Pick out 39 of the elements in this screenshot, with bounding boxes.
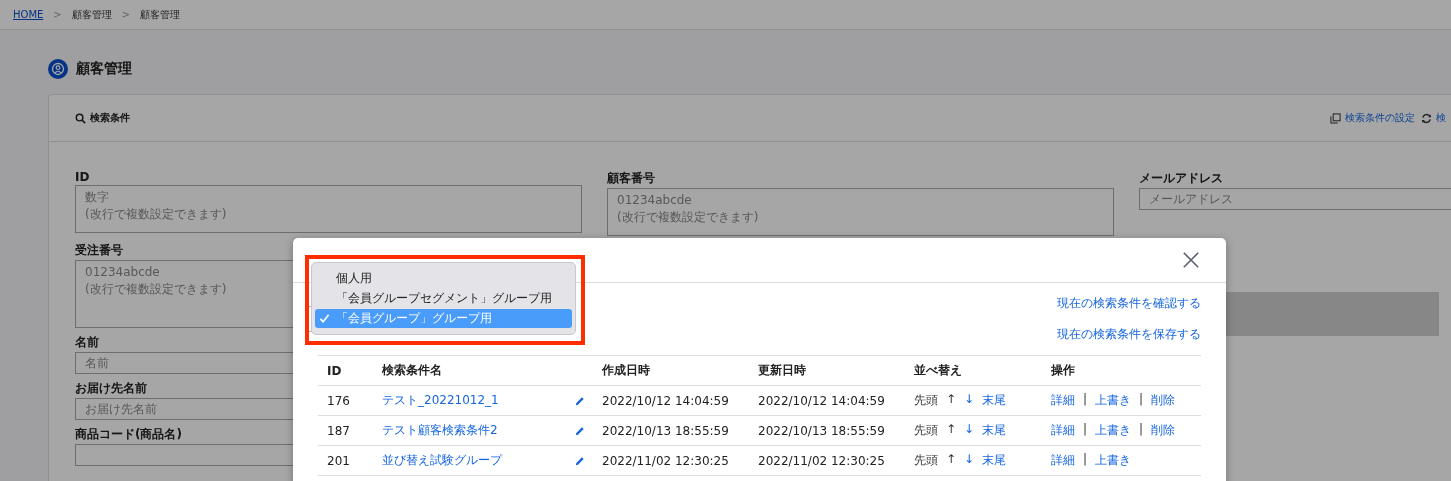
table-cell-text: 2022/11/02 12:30:25 <box>757 453 886 468</box>
action-separator: | <box>1139 422 1144 438</box>
table-cell-text: 2022/10/13 18:55:59 <box>757 423 886 438</box>
field-label: メールアドレス <box>1139 170 1223 187</box>
table-cell-text: 2022/11/02 12:30:25 <box>601 453 730 468</box>
sort-text: 先頭 <box>914 392 938 409</box>
table-cell-text: 176 <box>326 393 351 408</box>
field-label: 顧客番号 <box>607 170 655 187</box>
table-cell-text: 2022/10/12 14:04:59 <box>601 393 730 408</box>
sort-text: 先頭 <box>914 422 938 439</box>
field-label: 商品コード(商品名) <box>75 426 182 443</box>
table-cell-text: 2022/10/13 18:55:59 <box>601 423 730 438</box>
column-header: 作成日時 <box>601 362 651 379</box>
breadcrumb-separator: > <box>53 9 62 20</box>
column-header: 操作 <box>1050 362 1076 379</box>
column-header: 並べ替え <box>913 362 963 379</box>
sort-text: ↑ <box>946 422 957 438</box>
table-cell-text: 187 <box>326 423 351 438</box>
column-header: 更新日時 <box>757 362 807 379</box>
action-separator: | <box>1139 392 1144 408</box>
action-separator: | <box>1083 452 1088 468</box>
sort-text: ↑ <box>946 392 957 408</box>
sort-text: 先頭 <box>914 452 938 469</box>
breadcrumb-item: 顧客管理 <box>140 7 181 22</box>
action-separator: | <box>1083 392 1088 408</box>
panel-title: 検索条件 <box>90 111 130 125</box>
table-cell-text: 2022/10/12 14:04:59 <box>757 393 886 408</box>
field-label: 名前 <box>75 334 99 351</box>
field-label: 受注番号 <box>75 242 123 259</box>
breadcrumb-separator: > <box>121 9 131 20</box>
breadcrumb-item: 顧客管理 <box>71 7 112 22</box>
page-title: 顧客管理 <box>76 60 132 78</box>
column-header: ID <box>326 363 343 378</box>
field-label: お届け先名前 <box>75 380 147 397</box>
field-label: ID <box>75 170 90 184</box>
sort-text: ↑ <box>946 452 957 468</box>
action-separator: | <box>1083 422 1088 438</box>
table-cell-text: 201 <box>326 453 351 468</box>
column-header: 検索条件名 <box>381 362 443 379</box>
